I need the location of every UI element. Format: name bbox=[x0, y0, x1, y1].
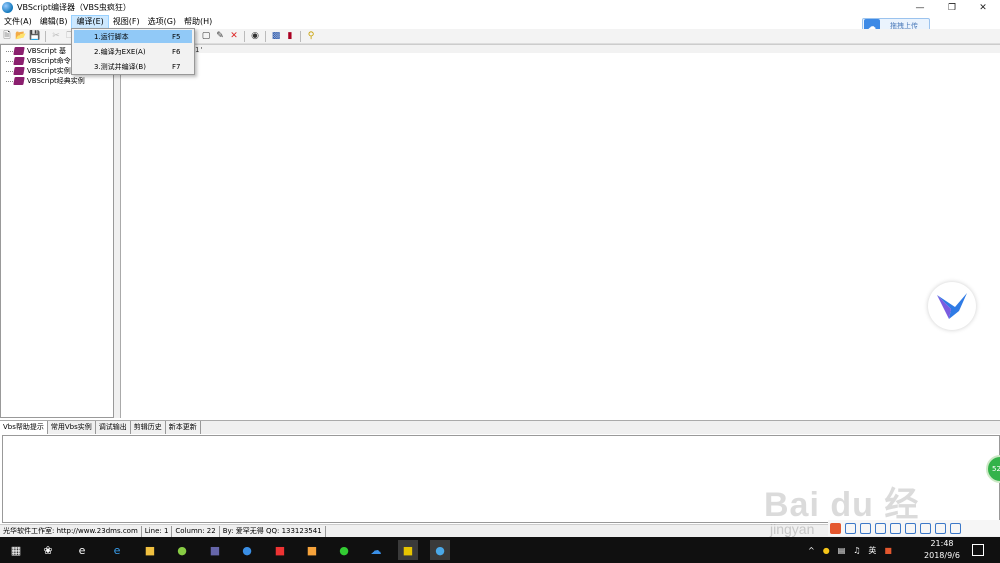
menu-file[interactable]: 文件(A) bbox=[0, 15, 36, 29]
clock[interactable]: 21:48 2018/9/6 bbox=[922, 538, 962, 562]
status-author: By: 爱罕无得 QQ: 133123541 bbox=[220, 525, 326, 537]
toolbar-separator bbox=[244, 30, 245, 42]
title-bar: VBScript编译器（VBS虫疯狂） — ❐ ✕ bbox=[0, 0, 1000, 15]
edit-document-icon[interactable]: ✎ bbox=[214, 30, 226, 42]
close-button[interactable]: ✕ bbox=[967, 0, 999, 15]
app-icon[interactable]: ■ bbox=[302, 540, 322, 560]
tree-item-label: VBScript实例 bbox=[27, 67, 71, 75]
find-binoculars-icon[interactable]: ◉ bbox=[249, 30, 261, 42]
app-icon[interactable]: ● bbox=[334, 540, 354, 560]
tray-chevron[interactable]: ^ bbox=[808, 546, 815, 555]
clock-date: 2018/9/6 bbox=[924, 551, 960, 560]
app-icon[interactable]: ● bbox=[237, 540, 257, 560]
book-icon bbox=[13, 57, 25, 65]
document-icon[interactable]: ▢ bbox=[200, 30, 212, 42]
save-icon[interactable]: 💾 bbox=[29, 30, 41, 42]
tree-item[interactable]: VBScript经典实例 bbox=[6, 76, 85, 86]
tree-item[interactable]: VBScript 基 bbox=[6, 46, 66, 56]
compile-dropdown-menu: 1.运行脚本 F5 2.编译为EXE(A) F6 3.测试并编译(B) F7 bbox=[71, 28, 195, 75]
editor-ruler bbox=[121, 45, 1000, 53]
tray-tool-icon[interactable] bbox=[950, 522, 961, 534]
new-file-icon[interactable]: 🗎 bbox=[1, 30, 13, 42]
volume-icon[interactable]: ♫ bbox=[853, 546, 860, 555]
clock-time: 21:48 bbox=[930, 539, 954, 548]
windows-start-icon[interactable]: ▦ bbox=[6, 540, 26, 560]
tab-version-update[interactable]: 新本更新 bbox=[166, 421, 201, 434]
tree-item[interactable]: VBScript实例 bbox=[6, 66, 71, 76]
app-icon bbox=[2, 2, 13, 13]
minimize-button[interactable]: — bbox=[904, 0, 936, 15]
sogou-icon[interactable] bbox=[830, 522, 841, 534]
code-editor[interactable]: 1' bbox=[120, 44, 1000, 418]
menu-compile-exe[interactable]: 2.编译为EXE(A) F6 bbox=[74, 45, 192, 58]
tree-item-label: VBScript 基 bbox=[27, 47, 66, 55]
sogou-ime-icon[interactable]: ■ bbox=[884, 546, 892, 555]
tray-tool-icon[interactable] bbox=[920, 522, 931, 534]
library-icon[interactable]: ▮ bbox=[284, 30, 296, 42]
book-icon bbox=[13, 67, 25, 75]
tray-tool-icon[interactable] bbox=[905, 522, 916, 534]
tray-tool-icon[interactable] bbox=[860, 522, 871, 534]
status-column: Column: 22 bbox=[172, 525, 220, 537]
vbs-compiler-icon[interactable]: ■ bbox=[398, 540, 418, 560]
maximize-button[interactable]: ❐ bbox=[936, 0, 968, 15]
tray-tool-icon[interactable] bbox=[935, 522, 946, 534]
baidu-cloud-icon[interactable]: ☁ bbox=[366, 540, 386, 560]
app-icon[interactable]: ● bbox=[172, 540, 192, 560]
ie-icon[interactable]: e bbox=[72, 540, 92, 560]
tree-item-label: VBScript命令 bbox=[27, 57, 71, 65]
tray-app-icon[interactable]: ● bbox=[823, 546, 830, 555]
floating-bird-icon[interactable] bbox=[928, 282, 976, 330]
output-panel[interactable] bbox=[2, 435, 1000, 523]
toolbar-separator bbox=[300, 30, 301, 42]
status-studio: 光华软件工作室: http://www.23dms.com bbox=[0, 525, 142, 537]
menu-test-compile[interactable]: 3.测试并编译(B) F7 bbox=[74, 60, 192, 73]
menu-view[interactable]: 视图(F) bbox=[109, 15, 144, 29]
explorer-folder-icon[interactable]: ■ bbox=[140, 540, 160, 560]
app-icon[interactable]: ● bbox=[430, 540, 450, 560]
menu-run-script[interactable]: 1.运行脚本 F5 bbox=[74, 30, 192, 43]
bottom-tabs: Vbs帮助提示 常用Vbs实例 调试输出 剪辑历史 新本更新 bbox=[0, 420, 1000, 434]
chart-icon[interactable]: ▩ bbox=[270, 30, 282, 42]
toolbar-separator bbox=[45, 30, 46, 42]
help-bulb-icon[interactable]: ⚲ bbox=[305, 30, 317, 42]
menu-options[interactable]: 选项(G) bbox=[144, 15, 180, 29]
tray-tool-icon[interactable] bbox=[890, 522, 901, 534]
tree-panel: VBScript 基 VBScript命令 VBScript实例 VBScrip… bbox=[0, 44, 114, 418]
app-icon[interactable]: ■ bbox=[270, 540, 290, 560]
input-language[interactable]: 英 bbox=[868, 545, 876, 556]
status-line: Line: 1 bbox=[142, 525, 173, 537]
edge-icon[interactable]: e bbox=[107, 540, 127, 560]
app-icon[interactable]: ■ bbox=[205, 540, 225, 560]
toolbar-separator bbox=[265, 30, 266, 42]
menu-edit[interactable]: 编辑(B) bbox=[36, 15, 72, 29]
notification-icon[interactable] bbox=[972, 544, 984, 556]
system-tray: ^ ● ▤ ♫ 英 ■ bbox=[804, 537, 896, 563]
tray-tool-icon[interactable] bbox=[845, 522, 856, 534]
menu-help[interactable]: 帮助(H) bbox=[180, 15, 216, 29]
editor-text: 1' bbox=[195, 46, 204, 54]
tray-tool-icon[interactable] bbox=[875, 522, 886, 534]
open-folder-icon[interactable]: 📂 bbox=[15, 30, 27, 42]
book-icon bbox=[13, 47, 25, 55]
menu-compile[interactable]: 编译(E) bbox=[71, 15, 109, 29]
tab-vbs-help[interactable]: Vbs帮助提示 bbox=[0, 421, 48, 434]
tree-item[interactable]: VBScript命令 bbox=[6, 56, 71, 66]
delete-icon[interactable]: ✕ bbox=[228, 30, 240, 42]
tab-clip-history[interactable]: 剪辑历史 bbox=[131, 421, 166, 434]
tree-item-label: VBScript经典实例 bbox=[27, 77, 85, 85]
tray-icon-strip bbox=[828, 520, 1000, 536]
network-icon[interactable]: ▤ bbox=[838, 546, 846, 555]
menu-bar: 文件(A) 编辑(B) 编译(E) 视图(F) 选项(G) 帮助(H) bbox=[0, 15, 1000, 29]
book-icon bbox=[13, 77, 25, 85]
tab-debug-output[interactable]: 调试输出 bbox=[96, 421, 131, 434]
app-icon[interactable]: ❀ bbox=[38, 540, 58, 560]
cut-icon[interactable]: ✂ bbox=[50, 30, 62, 42]
window-title: VBScript编译器（VBS虫疯狂） bbox=[17, 3, 131, 12]
tab-common-examples[interactable]: 常用Vbs实例 bbox=[48, 421, 96, 434]
